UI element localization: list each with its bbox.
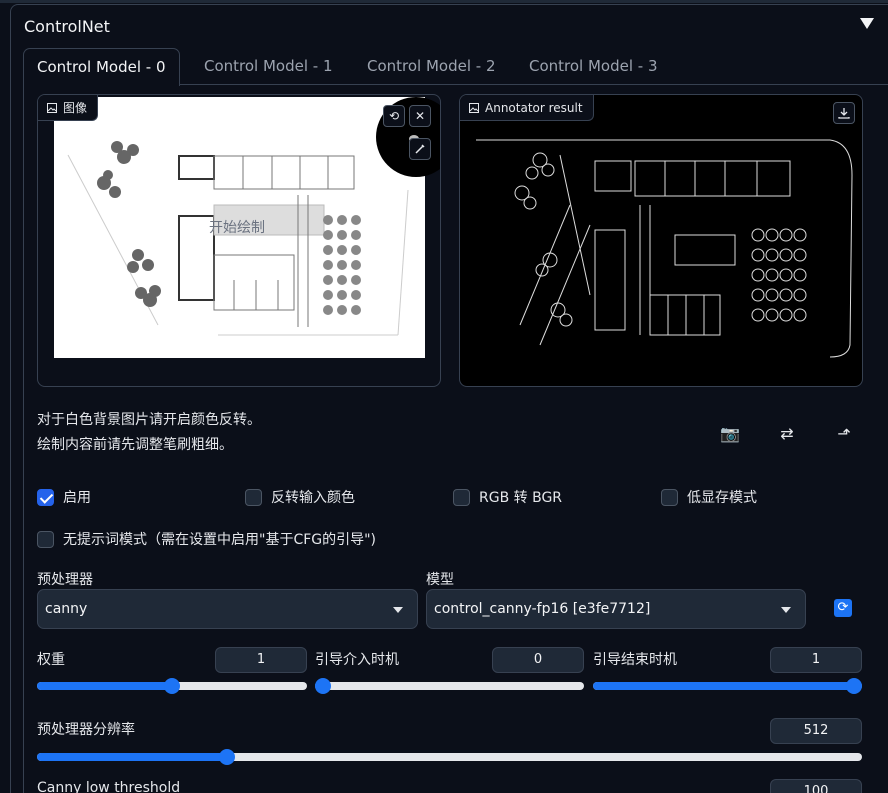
canny-low-threshold-label: Canny low threshold — [37, 780, 181, 793]
weight-label: 权重 — [37, 652, 65, 668]
low-vram-checkbox[interactable]: 低显存模式 — [661, 487, 757, 507]
slider-fill — [37, 753, 227, 761]
chevron-down-icon — [781, 607, 791, 613]
resolution-slider[interactable] — [37, 749, 862, 765]
preprocessor-select[interactable]: canny — [37, 589, 418, 629]
annotator-result-panel: Annotator result — [459, 94, 863, 387]
slider-thumb[interactable] — [164, 678, 180, 694]
tab-control-model-0[interactable]: Control Model - 0 — [23, 48, 180, 86]
slider-thumb[interactable] — [846, 678, 862, 694]
tab-control-model-3[interactable]: Control Model - 3 — [516, 48, 671, 85]
preprocessor-label: 预处理器 — [37, 572, 93, 588]
tab-control-model-2[interactable]: Control Model - 2 — [354, 48, 509, 85]
checkbox-box[interactable] — [245, 488, 262, 506]
tab-control-model-1[interactable]: Control Model - 1 — [191, 48, 346, 85]
undo-icon[interactable]: ⟲ — [383, 105, 405, 127]
guidance-start-label: 引导介入时机 — [315, 652, 399, 668]
guess-mode-checkbox[interactable]: 无提示词模式（需在设置中启用"基于CFG的引导") — [37, 529, 376, 549]
image-icon — [47, 102, 57, 113]
resolution-input[interactable]: 512 — [770, 718, 862, 744]
collapse-triangle-icon[interactable] — [860, 18, 874, 29]
invert-input-color-checkbox[interactable]: 反转输入颜色 — [245, 487, 355, 507]
checkbox-box[interactable] — [453, 488, 470, 506]
guidance-end-label: 引导结束时机 — [593, 652, 677, 668]
image-input-panel[interactable]: 图像 开始绘制 ⟲ ✕ — [37, 94, 441, 387]
weight-slider[interactable] — [37, 678, 307, 694]
slider-thumb[interactable] — [218, 749, 235, 765]
close-icon[interactable]: ✕ — [409, 105, 431, 127]
floorplan-image — [54, 97, 440, 358]
slider-fill — [593, 682, 854, 690]
weight-input[interactable]: 1 — [215, 647, 307, 673]
checkbox-box[interactable] — [661, 488, 678, 506]
guidance-end-slider[interactable] — [593, 678, 862, 694]
edge-map-image — [476, 139, 853, 358]
image-icon — [469, 102, 479, 113]
resolution-label: 预处理器分辨率 — [37, 722, 135, 738]
hint-brush-size: 绘制内容前请先调整笔刷粗细。 — [37, 437, 233, 453]
guidance-start-input[interactable]: 0 — [492, 647, 584, 673]
refresh-models-icon[interactable]: ⟳ — [834, 599, 852, 617]
annotator-label: Annotator result — [460, 95, 594, 121]
model-label: 模型 — [426, 572, 454, 588]
model-select[interactable]: control_canny-fp16 [e3fe7712] — [426, 589, 806, 629]
enable-checkbox[interactable]: 启用 — [37, 487, 91, 507]
rgb-to-bgr-checkbox[interactable]: RGB 转 BGR — [453, 487, 562, 507]
swap-icon[interactable]: ⇄ — [777, 424, 797, 443]
guidance-start-slider[interactable] — [315, 678, 584, 694]
chevron-down-icon — [393, 607, 403, 613]
hint-invert-color: 对于白色背景图片请开启颜色反转。 — [37, 412, 261, 428]
slider-fill — [37, 682, 172, 690]
checkbox-box[interactable] — [37, 488, 54, 506]
brush-icon[interactable] — [409, 138, 431, 160]
slider-thumb[interactable] — [315, 678, 331, 694]
top-divider — [0, 0, 888, 3]
guidance-end-input[interactable]: 1 — [770, 647, 862, 673]
image-label: 图像 — [38, 95, 99, 121]
start-drawing-text: 开始绘制 — [209, 220, 265, 236]
camera-icon[interactable]: 📷 — [720, 424, 740, 443]
checkbox-box[interactable] — [37, 530, 54, 548]
section-title: ControlNet — [24, 17, 110, 36]
send-dimensions-icon[interactable]: ⬏ — [834, 424, 854, 443]
canny-low-threshold-input[interactable]: 100 — [770, 779, 862, 793]
download-icon[interactable] — [833, 102, 855, 124]
